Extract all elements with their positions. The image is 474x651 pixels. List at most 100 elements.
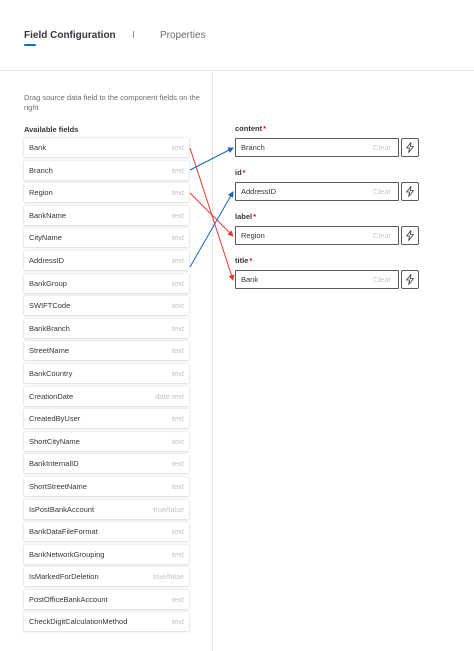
field-type: text bbox=[171, 165, 184, 175]
target-label: title* bbox=[235, 256, 253, 265]
field-type: text bbox=[171, 301, 184, 311]
target-field-content: content* Branch Clear bbox=[235, 124, 425, 157]
field-type: text bbox=[171, 233, 184, 243]
field-name: IsPostBankAccount bbox=[29, 504, 95, 514]
field-type: text bbox=[171, 549, 184, 559]
field-type: text bbox=[171, 346, 184, 356]
target-field-title: title* Bank Clear bbox=[235, 256, 425, 289]
clear-button[interactable]: Clear bbox=[373, 231, 391, 240]
field-item-postofficebankaccount[interactable]: PostOfficeBankAccount text bbox=[24, 589, 189, 609]
tab-bar: Field Configuration Properties bbox=[0, 0, 474, 71]
field-name: BankNetworkGrouping bbox=[29, 549, 105, 559]
field-item-branch[interactable]: Branch text bbox=[24, 160, 189, 180]
drag-instructions: Drag source data field to the component … bbox=[24, 93, 200, 112]
field-name: CityName bbox=[29, 233, 62, 243]
field-name: BankGroup bbox=[29, 278, 67, 288]
field-item-swiftcode[interactable]: SWIFTCode text bbox=[24, 296, 189, 316]
field-name: StreetName bbox=[29, 346, 70, 356]
required-marker: * bbox=[242, 168, 246, 177]
field-item-checkdigitcalculationmethod[interactable]: CheckDigitCalculationMethod text bbox=[24, 612, 189, 632]
field-type: true/false bbox=[153, 504, 184, 514]
clear-button[interactable]: Clear bbox=[373, 187, 391, 196]
available-fields-list: Bank text Branch text Region text BankName text… bbox=[24, 138, 189, 635]
label-drop-input[interactable]: Region Clear bbox=[235, 226, 399, 245]
field-name: Branch bbox=[29, 165, 53, 175]
lightning-bolt-icon bbox=[406, 274, 414, 285]
field-item-addressid[interactable]: AddressID text bbox=[24, 250, 189, 270]
active-tab-indicator bbox=[24, 44, 36, 46]
field-name: IsMarkedForDeletion bbox=[29, 572, 99, 582]
available-fields-heading: Available fields bbox=[24, 125, 79, 134]
content-action-button[interactable] bbox=[401, 138, 419, 157]
lightning-bolt-icon bbox=[406, 186, 414, 197]
field-type: text bbox=[171, 210, 184, 220]
field-item-streetname[interactable]: StreetName text bbox=[24, 341, 189, 361]
target-label: label* bbox=[235, 212, 257, 221]
field-type: date text bbox=[155, 391, 184, 401]
field-type: text bbox=[171, 323, 184, 333]
tab-field-configuration-label: Field Configuration bbox=[24, 30, 116, 41]
field-type: text bbox=[171, 527, 184, 537]
field-item-createdbyuser[interactable]: CreatedByUser text bbox=[24, 409, 189, 429]
id-action-button[interactable] bbox=[401, 182, 419, 201]
field-item-bankname[interactable]: BankName text bbox=[24, 205, 189, 225]
clear-button[interactable]: Clear bbox=[373, 143, 391, 152]
lightning-bolt-icon bbox=[406, 230, 414, 241]
field-type: true/false bbox=[153, 572, 184, 582]
field-name: SWIFTCode bbox=[29, 301, 71, 311]
field-type: text bbox=[171, 594, 184, 604]
field-name: BankCountry bbox=[29, 368, 73, 378]
field-item-banknetworkgrouping[interactable]: BankNetworkGrouping text bbox=[24, 544, 189, 564]
lightning-bolt-icon bbox=[406, 142, 414, 153]
target-field-id: id* AddressID Clear bbox=[235, 168, 425, 201]
field-type: text bbox=[171, 414, 184, 424]
required-marker: * bbox=[253, 212, 257, 221]
field-type: text bbox=[171, 617, 184, 627]
content-drop-input[interactable]: Branch Clear bbox=[235, 138, 399, 157]
tab-properties[interactable]: Properties bbox=[160, 30, 206, 41]
field-item-bankdatafileformat[interactable]: BankDataFileFormat text bbox=[24, 522, 189, 542]
field-item-region[interactable]: Region text bbox=[24, 183, 189, 203]
field-item-creationdate[interactable]: CreationDate date text bbox=[24, 386, 189, 406]
field-type: text bbox=[171, 143, 184, 152]
target-value: Bank bbox=[241, 275, 259, 284]
field-type: text bbox=[171, 188, 184, 198]
field-name: BankBranch bbox=[29, 323, 70, 333]
field-type: text bbox=[171, 278, 184, 288]
target-field-label: label* Region Clear bbox=[235, 212, 425, 245]
target-value: AddressID bbox=[241, 187, 277, 196]
field-type: text bbox=[171, 368, 184, 378]
field-type: text bbox=[171, 459, 184, 469]
field-name: Bank bbox=[29, 143, 47, 152]
field-type: text bbox=[171, 436, 184, 446]
field-item-ismarkedfordeletion[interactable]: IsMarkedForDeletion true/false bbox=[24, 567, 189, 587]
field-item-bankcountry[interactable]: BankCountry text bbox=[24, 363, 189, 383]
id-drop-input[interactable]: AddressID Clear bbox=[235, 182, 399, 201]
clear-button[interactable]: Clear bbox=[373, 275, 391, 284]
field-name: ShortStreetName bbox=[29, 481, 87, 491]
field-item-bankbranch[interactable]: BankBranch text bbox=[24, 318, 189, 338]
field-name: BankInternalID bbox=[29, 459, 79, 469]
field-item-shortstreetname[interactable]: ShortStreetName text bbox=[24, 476, 189, 496]
field-name: Region bbox=[29, 188, 53, 198]
tab-properties-label: Properties bbox=[160, 30, 206, 41]
target-value: Region bbox=[241, 231, 265, 240]
field-item-bank[interactable]: Bank text bbox=[24, 138, 189, 157]
field-name: AddressID bbox=[29, 255, 65, 265]
field-item-bankinternalid[interactable]: BankInternalID text bbox=[24, 454, 189, 474]
required-marker: * bbox=[249, 256, 253, 265]
label-action-button[interactable] bbox=[401, 226, 419, 245]
field-name: CheckDigitCalculationMethod bbox=[29, 617, 128, 627]
title-drop-input[interactable]: Bank Clear bbox=[235, 270, 399, 289]
field-item-shortcityname[interactable]: ShortCityName text bbox=[24, 431, 189, 451]
title-action-button[interactable] bbox=[401, 270, 419, 289]
field-item-cityname[interactable]: CityName text bbox=[24, 228, 189, 248]
field-name: ShortCityName bbox=[29, 436, 80, 446]
tab-field-configuration[interactable]: Field Configuration bbox=[24, 30, 116, 46]
field-item-ispostbankaccount[interactable]: IsPostBankAccount true/false bbox=[24, 499, 189, 519]
tab-separator bbox=[133, 31, 134, 38]
target-label: id* bbox=[235, 168, 246, 177]
required-marker: * bbox=[263, 124, 267, 133]
field-type: text bbox=[171, 481, 184, 491]
field-item-bankgroup[interactable]: BankGroup text bbox=[24, 273, 189, 293]
